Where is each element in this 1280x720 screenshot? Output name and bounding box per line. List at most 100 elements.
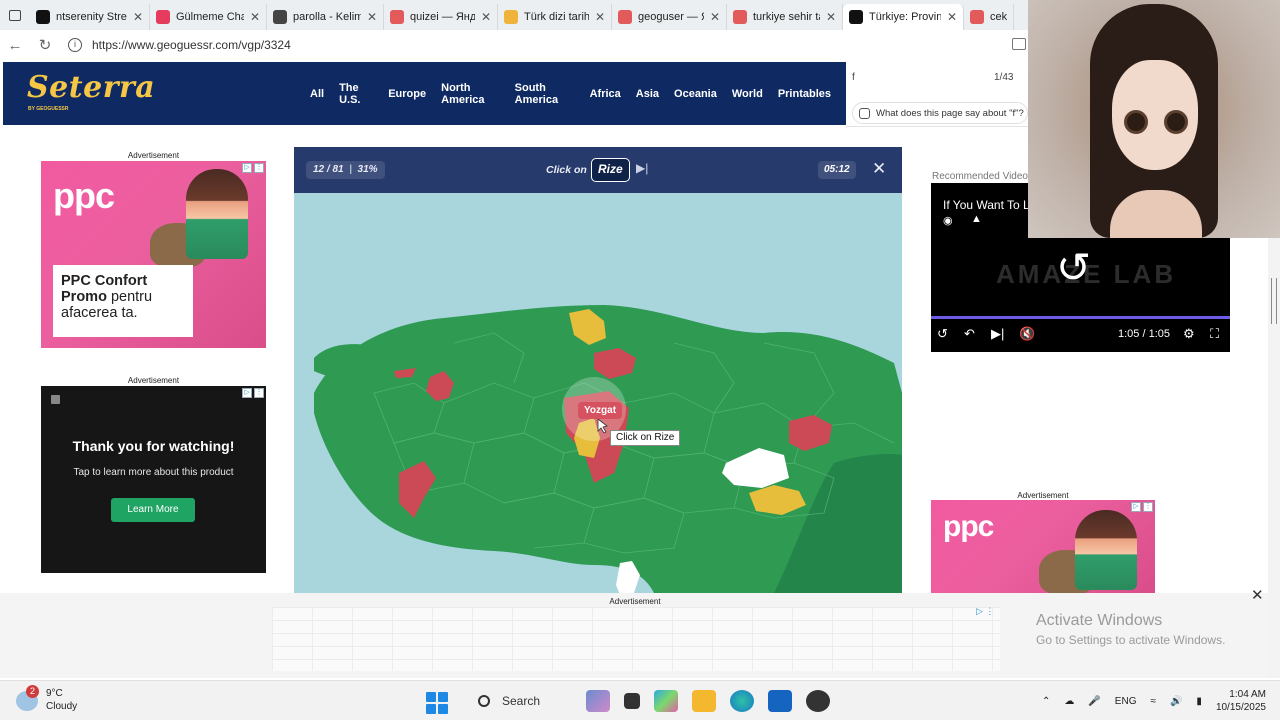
progress-percent: 31% (357, 164, 378, 175)
wifi-icon[interactable]: ≈ (1150, 696, 1156, 707)
url-field[interactable]: i https://www.geoguessr.com/vgp/3324 (68, 38, 291, 52)
widgets-app-icon[interactable] (586, 690, 610, 712)
browser-tab[interactable]: Türkiye: Provin ✕ (843, 4, 964, 30)
nav-link[interactable]: All (310, 88, 324, 100)
ad-label-second: Advertisement (127, 376, 180, 385)
page-scrollbar[interactable] (1268, 238, 1280, 678)
browser-tab[interactable]: geoguser — Я ✕ (612, 4, 727, 30)
progress-counter: 12 / 81 | 31% (306, 161, 385, 179)
edge-browser-icon[interactable] (730, 690, 754, 712)
skip-icon[interactable]: ▶| (636, 161, 648, 175)
nav-link[interactable]: Africa (590, 88, 621, 100)
system-tray: ⌃ ☁ 🎤 ENG ≈ 🔊 ▮ 1:04 AM 10/15/2025 (1042, 681, 1280, 720)
weather-widget[interactable]: 2 9°C Cloudy (16, 685, 78, 713)
nav-link[interactable]: World (732, 88, 763, 100)
eye-icon[interactable]: ◉ (943, 214, 953, 227)
tab-label: Gülmeme Chal (176, 11, 244, 23)
close-ad-icon[interactable]: ✕ (1251, 586, 1264, 604)
settings-gear-icon[interactable]: ⚙ (1183, 326, 1195, 342)
replay-icon[interactable]: ↺ (1056, 243, 1091, 292)
nav-link[interactable]: Printables (778, 88, 831, 100)
ad-label-right: Advertisement (1017, 491, 1069, 500)
thumbs-up-icon[interactable]: ▲ (971, 213, 982, 225)
nav-link[interactable]: Europe (388, 88, 426, 100)
ppc-ad-left[interactable]: ppc PPC Confort Promo pentru afacerea ta… (41, 161, 266, 348)
tab-favicon-icon (273, 10, 287, 24)
tab-close-icon[interactable]: ✕ (595, 10, 605, 24)
language-indicator[interactable]: ENG (1115, 696, 1137, 707)
windows-start-icon[interactable] (426, 692, 448, 714)
find-query[interactable]: f (852, 72, 855, 83)
fullscreen-icon[interactable]: ⛶ (1210, 326, 1219, 342)
ad-placeholder-bricks (272, 607, 1000, 671)
battery-icon[interactable]: ▮ (1196, 696, 1202, 707)
url-text[interactable]: https://www.geoguessr.com/vgp/3324 (92, 38, 291, 52)
webcam-overlay (1028, 0, 1280, 238)
browser-tab[interactable]: cek b (964, 4, 1014, 30)
copilot-app-icon[interactable] (654, 690, 678, 712)
tray-chevron-icon[interactable]: ⌃ (1042, 696, 1050, 707)
find-in-page-panel: f 1/43 What does this page say about "f"… (846, 62, 1030, 127)
nav-link[interactable]: North America (441, 82, 500, 106)
doll-eye-right (1164, 110, 1188, 134)
adchoices-icon[interactable]: ▷ ⋮ (1131, 502, 1153, 512)
ad-label-top: Advertisement (127, 151, 180, 160)
tab-close-icon[interactable]: ✕ (481, 10, 491, 24)
ppc-ad-right[interactable]: ppc ▷ ⋮ (931, 500, 1155, 593)
task-view-icon[interactable] (624, 693, 640, 709)
tab-close-icon[interactable]: ✕ (250, 10, 260, 24)
scrollbar-thumb[interactable] (1271, 278, 1277, 324)
province-hover-label: Yozgat (578, 402, 623, 419)
onedrive-icon[interactable]: ☁ (1064, 696, 1074, 707)
learn-more-button[interactable]: Learn More (111, 498, 195, 522)
nav-link[interactable]: The U.S. (339, 82, 373, 106)
back-icon[interactable]: ← (0, 30, 30, 60)
close-quiz-icon[interactable]: ✕ (872, 159, 886, 179)
tab-close-icon[interactable]: ✕ (133, 10, 143, 24)
tab-close-icon[interactable]: ✕ (947, 10, 957, 24)
weather-badge: 2 (26, 685, 39, 698)
tab-label: Türkiye: Provin (869, 11, 941, 23)
thanks-title: Thank you for watching! (72, 438, 235, 454)
turkey-map[interactable] (294, 193, 902, 593)
replay-small-icon[interactable]: ↺ (937, 326, 948, 342)
file-explorer-icon[interactable] (692, 690, 716, 712)
adchoices-icon[interactable]: ▷ ⋮ (242, 388, 264, 398)
tab-actions-icon[interactable] (0, 0, 30, 30)
browser-tab[interactable]: parolla - Kelim ✕ (267, 4, 384, 30)
obs-app-icon[interactable] (806, 690, 830, 712)
next-icon[interactable]: ▶| (991, 326, 1004, 342)
adchoices-icon[interactable]: ▷ ⋮ (976, 606, 994, 617)
browser-tab[interactable]: Gülmeme Chal ✕ (150, 4, 267, 30)
mute-icon[interactable]: 🔇 (1019, 326, 1035, 342)
microphone-icon[interactable]: 🎤 (1088, 696, 1100, 707)
ask-copilot-button[interactable]: What does this page say about "f"? (852, 102, 1028, 124)
browser-tab[interactable]: Türk dizi tarihi ✕ (498, 4, 612, 30)
browser-tab[interactable]: turkiye sehir ta ✕ (727, 4, 843, 30)
nav-link[interactable]: South America (515, 82, 575, 106)
rewind-icon[interactable]: ↶ (964, 326, 975, 342)
weather-condition: Cloudy (46, 701, 78, 712)
refresh-icon[interactable]: ↻ (30, 30, 60, 60)
site-info-icon[interactable]: i (68, 38, 82, 52)
browser-tab[interactable]: quizei — Янде ✕ (384, 4, 498, 30)
nav-link[interactable]: Asia (636, 88, 659, 100)
split-screen-icon[interactable] (1012, 38, 1026, 50)
video-time: 1:05 / 1:05 (1118, 328, 1170, 340)
activate-windows-title: Activate Windows (1036, 612, 1163, 629)
volume-icon[interactable]: 🔊 (1170, 696, 1182, 707)
ad-label-bottom: Advertisement (609, 597, 661, 606)
tab-close-icon[interactable]: ✕ (826, 10, 836, 24)
ppc-ad-textbox: PPC Confort Promo pentru afacerea ta. (53, 265, 193, 337)
activate-windows-subtitle: Go to Settings to activate Windows. (1036, 633, 1226, 647)
taskbar-search[interactable]: Search (462, 687, 572, 715)
nav-link[interactable]: Oceania (674, 88, 717, 100)
store-app-icon[interactable] (768, 690, 792, 712)
seterra-logo[interactable]: Seterra (27, 70, 155, 105)
browser-tab[interactable]: ntserenity Stre ✕ (30, 4, 150, 30)
tab-close-icon[interactable]: ✕ (367, 10, 377, 24)
tab-close-icon[interactable]: ✕ (710, 10, 720, 24)
taskbar-clock[interactable]: 1:04 AM 10/15/2025 (1216, 688, 1266, 714)
adchoices-icon[interactable]: ▷ ⋮ (242, 163, 264, 173)
ppc-ad-line1: PPC Confort (61, 273, 148, 289)
